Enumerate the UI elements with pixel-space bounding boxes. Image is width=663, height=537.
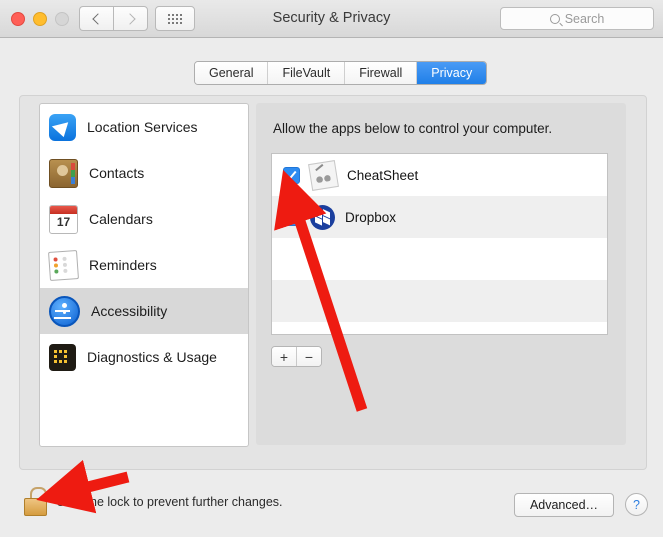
search-placeholder: Search xyxy=(564,11,605,26)
calendars-icon xyxy=(49,204,78,234)
remove-app-button[interactable]: − xyxy=(297,347,321,366)
cheatsheet-icon xyxy=(308,159,339,191)
dropbox-icon xyxy=(310,204,335,230)
sidebar-item-label: Location Services xyxy=(87,119,198,135)
sidebar-item-accessibility[interactable]: Accessibility xyxy=(40,288,248,334)
lock-status-text: Click the lock to prevent further change… xyxy=(56,495,283,509)
app-name: Dropbox xyxy=(345,209,397,225)
sidebar-item-diagnostics-usage[interactable]: Diagnostics & Usage xyxy=(40,334,248,380)
table-row-empty xyxy=(272,238,607,280)
accessibility-panel: Allow the apps below to control your com… xyxy=(256,103,626,445)
app-checkbox-cheatsheet[interactable] xyxy=(283,166,300,184)
sidebar-item-calendars[interactable]: Calendars xyxy=(40,196,248,242)
unlocked-padlock-icon[interactable] xyxy=(24,487,47,516)
tab-firewall[interactable]: Firewall xyxy=(345,62,418,84)
sidebar-item-location-services[interactable]: Location Services xyxy=(40,104,248,150)
title-bar: Security & Privacy Search xyxy=(0,0,663,38)
sidebar-item-label: Diagnostics & Usage xyxy=(87,349,217,365)
sidebar-item-label: Reminders xyxy=(89,257,157,273)
add-remove-buttons: + − xyxy=(271,346,322,367)
panel-description: Allow the apps below to control your com… xyxy=(273,121,553,136)
reminders-icon xyxy=(48,249,79,281)
bottom-bar: Click the lock to prevent further change… xyxy=(0,476,663,537)
sidebar-item-label: Contacts xyxy=(89,165,145,181)
table-row[interactable]: Dropbox xyxy=(272,196,607,238)
tab-filevault[interactable]: FileVault xyxy=(268,62,346,84)
tab-privacy[interactable]: Privacy xyxy=(417,62,487,84)
help-button[interactable]: ? xyxy=(625,493,648,516)
diagnostics-usage-icon xyxy=(49,343,76,371)
tab-bar: General FileVault Firewall Privacy xyxy=(194,61,488,85)
tab-general[interactable]: General xyxy=(195,62,269,84)
privacy-category-list[interactable]: Location Services Contacts Calendars Rem… xyxy=(39,103,249,447)
allowed-apps-list[interactable]: CheatSheet Dropbox xyxy=(271,153,608,335)
app-name: CheatSheet xyxy=(347,167,419,183)
advanced-button[interactable]: Advanced… xyxy=(514,493,614,517)
security-privacy-window: Security & Privacy Search General FileVa… xyxy=(0,0,663,537)
location-services-icon xyxy=(49,113,76,141)
sidebar-item-contacts[interactable]: Contacts xyxy=(40,150,248,196)
search-icon xyxy=(549,13,560,24)
contacts-icon xyxy=(49,158,78,188)
sidebar-item-label: Calendars xyxy=(89,211,153,227)
add-app-button[interactable]: + xyxy=(272,347,297,366)
sidebar-item-label: Accessibility xyxy=(91,303,168,319)
sidebar-item-reminders[interactable]: Reminders xyxy=(40,242,248,288)
table-row[interactable]: CheatSheet xyxy=(272,154,607,196)
app-checkbox-dropbox[interactable] xyxy=(283,208,300,226)
content-area: Location Services Contacts Calendars Rem… xyxy=(19,95,647,470)
search-field[interactable]: Search xyxy=(500,7,654,30)
accessibility-icon xyxy=(49,295,80,327)
padlock-body xyxy=(24,498,47,516)
table-row-empty xyxy=(272,280,607,322)
